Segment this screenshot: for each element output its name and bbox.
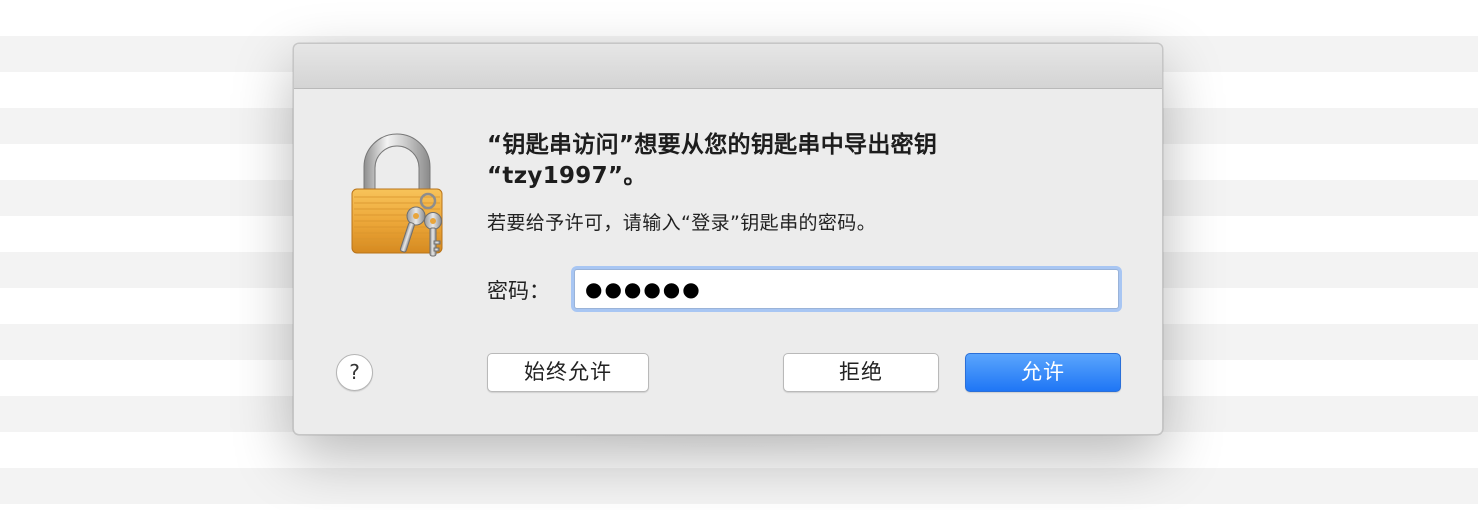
dialog-title-line2: “tzy1997”。 (487, 163, 647, 189)
dialog-title: “钥匙串访问”想要从您的钥匙串中导出密钥 “tzy1997”。 (487, 130, 1047, 192)
password-label: 密码： (487, 279, 550, 303)
always-allow-button[interactable]: 始终允许 (487, 353, 649, 392)
allow-button[interactable]: 允许 (965, 353, 1121, 392)
help-button[interactable]: ? (336, 354, 373, 391)
lock-with-keys-icon (351, 133, 443, 257)
password-field[interactable]: ●●●●●● (574, 269, 1119, 309)
dialog-message: 若要给予许可，请输入“登录”钥匙串的密码。 (487, 212, 877, 234)
dialog-titlebar (294, 44, 1162, 89)
deny-button[interactable]: 拒绝 (783, 353, 939, 392)
keychain-password-dialog: “钥匙串访问”想要从您的钥匙串中导出密钥 “tzy1997”。 若要给予许可，请… (293, 43, 1163, 435)
dialog-title-line1: “钥匙串访问”想要从您的钥匙串中导出密钥 (487, 132, 938, 158)
